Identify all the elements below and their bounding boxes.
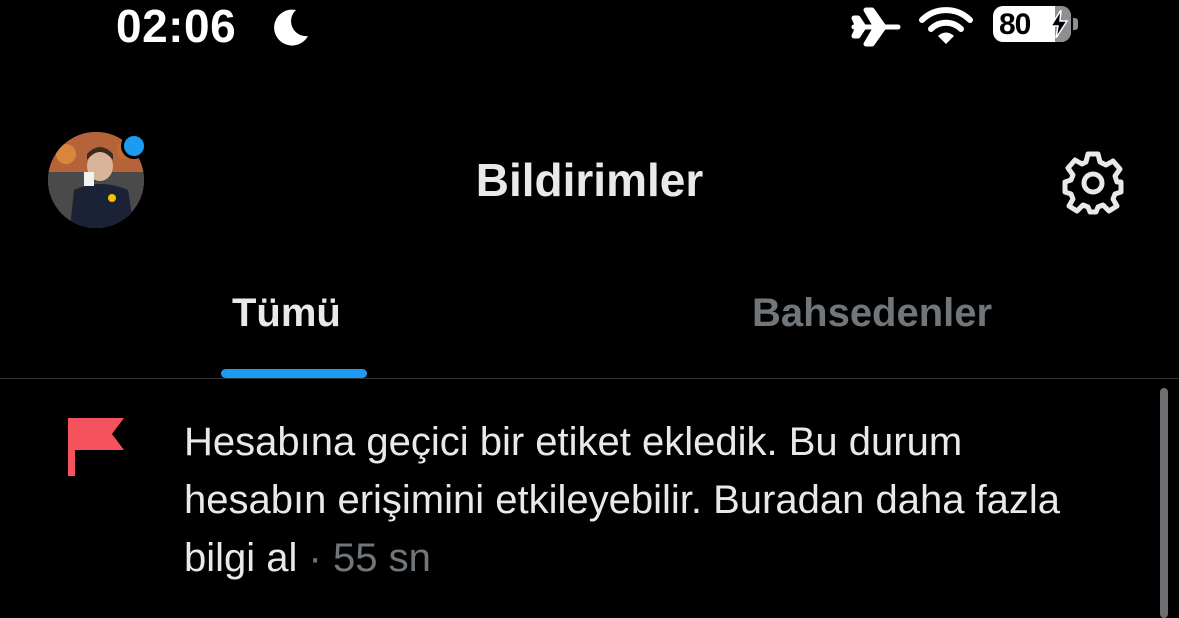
tabs-divider — [0, 378, 1179, 379]
wifi-icon — [919, 7, 973, 44]
battery-indicator: 80 — [993, 6, 1081, 44]
notification-item[interactable]: Hesabına geçici bir etiket ekledik. Bu d… — [184, 413, 1084, 587]
moon-icon — [274, 9, 308, 46]
status-bar: 02:06 80 — [0, 0, 1179, 60]
tab-all[interactable]: Tümü — [232, 288, 341, 338]
status-time: 02:06 — [116, 0, 237, 52]
tab-mentions[interactable]: Bahsedenler — [752, 288, 992, 338]
battery-cap — [1073, 18, 1078, 30]
notification-time: 55 sn — [332, 536, 431, 580]
battery-body: 80 — [993, 6, 1071, 42]
gear-icon[interactable] — [1060, 150, 1126, 216]
airplane-icon — [851, 7, 901, 47]
notification-separator: · — [308, 536, 322, 580]
scrollbar[interactable] — [1160, 388, 1168, 618]
bolt-icon — [1049, 10, 1069, 38]
flag-icon — [68, 418, 124, 476]
battery-level: 80 — [999, 8, 1031, 41]
active-tab-indicator — [221, 369, 367, 378]
page-title: Bildirimler — [475, 154, 704, 206]
